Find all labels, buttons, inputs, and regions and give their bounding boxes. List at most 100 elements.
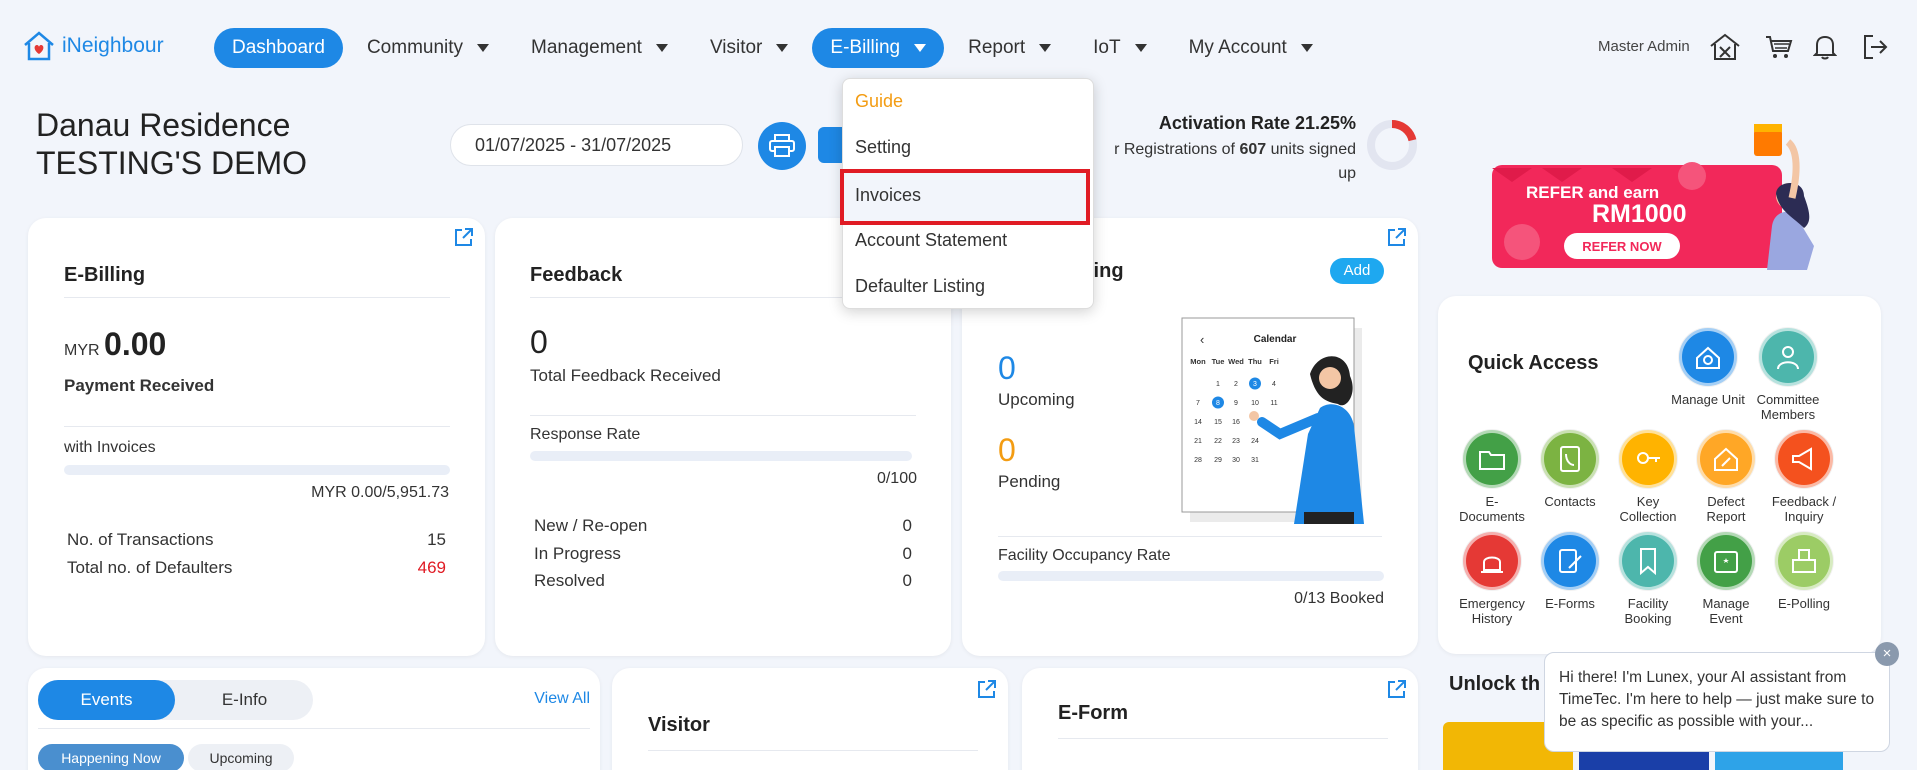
calendar-illustration: ‹ Calendar Mon Tue Wed Thu Fri 1 2 3 47 8 9 10 1114… [1181, 317, 1364, 524]
date-range-picker[interactable]: 01/07/2025 - 31/07/2025 [450, 124, 743, 166]
feedback-count: 0 [530, 324, 548, 360]
caret-down-icon [655, 44, 668, 52]
home-gear-icon [1696, 346, 1720, 369]
occupancy-label: Facility Occupancy Rate [998, 547, 1171, 564]
title-line-1: Danau Residence [36, 107, 291, 143]
quick-access-contacts[interactable]: Contacts [1532, 430, 1608, 509]
quick-access-label: E-Forms [1545, 596, 1595, 611]
title-line-2: TESTING'S DEMO [36, 145, 308, 181]
currency: MYR [64, 342, 100, 359]
add-booking-button[interactable]: Add [1330, 258, 1384, 284]
chat-close-button[interactable]: × [1875, 642, 1899, 666]
caret-down-icon [1300, 44, 1313, 52]
quick-access-label: Manage Event [1702, 596, 1750, 626]
quick-access-emergency-history[interactable]: Emergency History [1454, 532, 1530, 626]
quick-access-defect-report[interactable]: Defect Report [1688, 430, 1764, 524]
payment-label: Payment Received [64, 376, 215, 395]
quick-access-icon [1697, 532, 1755, 590]
caret-down-icon [1039, 44, 1052, 52]
eform-card: E-Form [1022, 668, 1418, 770]
quick-access-key-collection[interactable]: Key Collection [1610, 430, 1686, 524]
quick-access-facility-booking[interactable]: Facility Booking [1610, 532, 1686, 626]
nav-iot[interactable]: IoT [1075, 28, 1164, 68]
calendar-date: 10 [1251, 400, 1259, 407]
print-button[interactable] [758, 122, 806, 170]
view-all-link[interactable]: View All [534, 690, 590, 708]
nav-management[interactable]: Management [513, 28, 686, 68]
banner-refer-button[interactable]: REFER NOW [1582, 239, 1662, 254]
tab-einfo[interactable]: E-Info [176, 680, 313, 720]
cart-icon[interactable] [1762, 30, 1796, 64]
calendar-title: Calendar [1254, 334, 1297, 345]
quick-access-e-polling[interactable]: E-Polling [1766, 532, 1842, 611]
card-title: Visitor [648, 714, 710, 736]
upcoming-label: Upcoming [998, 390, 1075, 409]
nav-visitor[interactable]: Visitor [692, 28, 806, 68]
calendar-date: 16 [1232, 419, 1240, 426]
unlock-title: Unlock th [1449, 673, 1541, 695]
tab-events[interactable]: Events [38, 680, 175, 720]
menu-item-invoices[interactable]: Invoices [855, 185, 921, 206]
nav-label: Dashboard [232, 37, 325, 58]
quick-access-icon [1759, 328, 1817, 386]
events-card: Events E-Info View All Happening Now Upc… [28, 668, 600, 770]
quick-access-label: Feedback / Inquiry [1771, 494, 1837, 524]
quick-access-manage-unit[interactable]: Manage Unit [1670, 328, 1746, 407]
menu-item-setting[interactable]: Setting [855, 137, 911, 158]
activation-units: 607 [1239, 141, 1267, 158]
defaulters-label: Total no. of Defaulters [67, 558, 233, 577]
app-name: iNeighbour [62, 34, 164, 57]
response-rate-value: 0/100 [876, 470, 917, 487]
ai-chat-bubble[interactable]: Hi there! I'm Lunex, your AI assistant f… [1544, 652, 1890, 752]
nav-dashboard[interactable]: Dashboard [214, 28, 343, 68]
quick-access-icon [1541, 430, 1599, 488]
quick-access-manage-event[interactable]: Manage Event [1688, 532, 1764, 626]
pill-upcoming[interactable]: Upcoming [188, 744, 294, 770]
calendar-day-label: Mon [1190, 357, 1206, 366]
calendar-date: 30 [1232, 457, 1240, 464]
external-link-icon[interactable] [976, 678, 998, 700]
calendar-date: 14 [1194, 419, 1202, 426]
caret-down-icon [914, 44, 927, 52]
upcoming-count: 0 [998, 350, 1016, 386]
quick-access-icon [1775, 430, 1833, 488]
occupancy-bar [998, 571, 1384, 581]
nav-report[interactable]: Report [950, 28, 1069, 68]
card-title: E-Billing [64, 264, 146, 286]
activation-last: up [1338, 165, 1356, 182]
calendar-date: 9 [1234, 400, 1238, 407]
quick-access-label: E-Documents [1459, 494, 1525, 524]
quick-access-committee-members[interactable]: Committee Members [1750, 328, 1826, 422]
external-link-icon[interactable] [453, 226, 475, 248]
occupancy-value: 0/13 Booked [1294, 590, 1384, 607]
quick-access-icon [1775, 532, 1833, 590]
menu-item-defaulter-listing[interactable]: Defaulter Listing [855, 276, 985, 297]
quick-access-label: Contacts [1544, 494, 1596, 509]
quick-access-feedback-inquiry[interactable]: Feedback / Inquiry [1766, 430, 1842, 524]
calendar-date: 1 [1216, 381, 1220, 388]
app-logo[interactable]: iNeighbour [22, 30, 164, 62]
status-progress-label: In Progress [534, 544, 621, 563]
calendar-date: 7 [1196, 400, 1200, 407]
bell-icon[interactable] [1808, 30, 1842, 64]
menu-item-account-statement[interactable]: Account Statement [855, 230, 1007, 251]
external-link-icon[interactable] [1386, 226, 1408, 248]
quick-access-e-forms[interactable]: E-Forms [1532, 532, 1608, 611]
nav-label: Report [968, 37, 1026, 58]
logout-icon[interactable] [1858, 30, 1892, 64]
invoices-value: MYR 0.00/5,951.73 [311, 484, 449, 501]
nav-community[interactable]: Community [349, 28, 507, 68]
quick-access-e-documents[interactable]: E-Documents [1454, 430, 1530, 524]
property-switch-icon[interactable] [1708, 30, 1742, 64]
pill-happening-now[interactable]: Happening Now [38, 744, 184, 770]
key-icon [1637, 452, 1660, 464]
nav-my-account[interactable]: My Account [1171, 28, 1331, 68]
quick-access-card: Quick Access Manage Unit Committee Member… [1438, 296, 1881, 654]
nav-ebilling[interactable]: E-Billing [812, 28, 945, 68]
defaulters-value[interactable]: 469 [418, 558, 446, 578]
megaphone-icon [1792, 447, 1812, 471]
quick-access-label: Manage Unit [1671, 392, 1745, 407]
external-link-icon[interactable] [1386, 678, 1408, 700]
referral-banner[interactable]: REFER and earn RM1000 REFER NOW [1492, 116, 1832, 270]
menu-item-guide[interactable]: Guide [855, 91, 903, 112]
